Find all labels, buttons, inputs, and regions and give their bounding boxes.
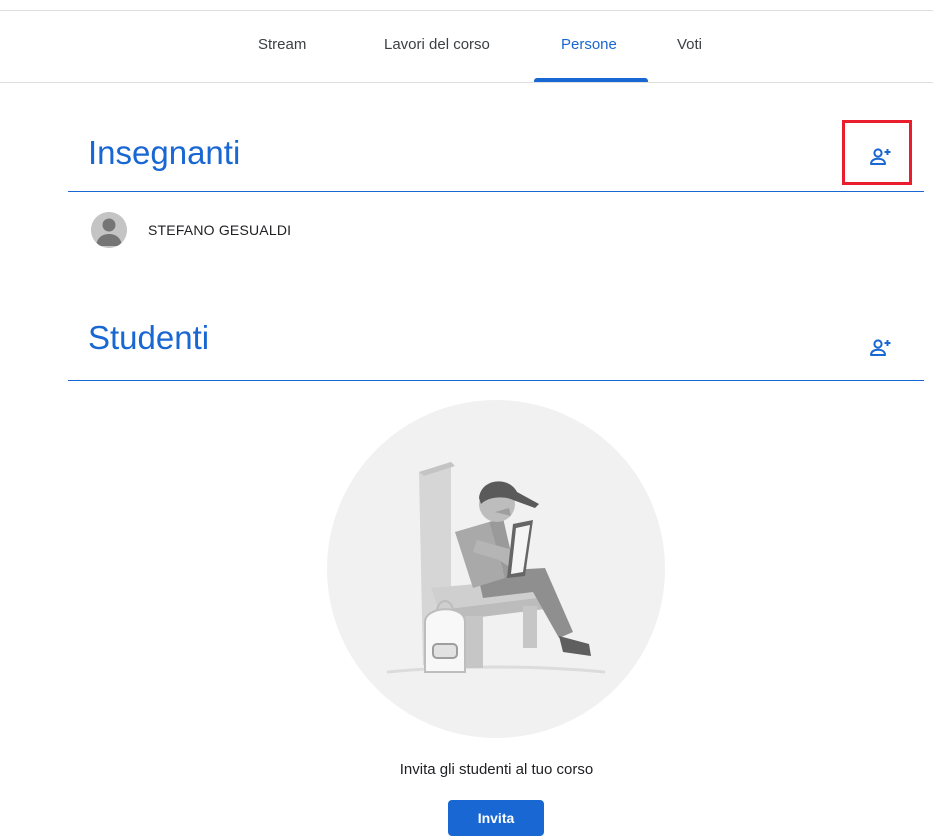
avatar <box>91 212 127 248</box>
empty-state-message: Invita gli studenti al tuo corso <box>399 761 594 778</box>
teachers-heading: Insegnanti <box>88 134 241 171</box>
students-heading: Studenti <box>88 319 210 356</box>
highlight-box <box>842 120 912 185</box>
default-avatar-icon <box>91 212 127 248</box>
student-reading-illustration <box>327 400 665 738</box>
invite-students-button[interactable]: Invita <box>448 800 544 836</box>
classroom-people-page: Stream Lavori del corso Persone Voti Ins… <box>0 0 933 837</box>
person-add-icon <box>870 339 891 356</box>
teacher-name: STEFANO GESUALDI <box>148 222 292 238</box>
tab-grades[interactable]: Voti <box>677 36 702 53</box>
students-divider <box>68 380 924 381</box>
top-divider <box>0 10 933 11</box>
tab-classwork[interactable]: Lavori del corso <box>384 36 490 53</box>
tab-people[interactable]: Persone <box>561 36 617 53</box>
tab-stream[interactable]: Stream <box>258 36 306 53</box>
nav-divider <box>0 82 933 83</box>
add-student-button[interactable] <box>863 331 897 365</box>
teachers-divider <box>68 191 924 192</box>
